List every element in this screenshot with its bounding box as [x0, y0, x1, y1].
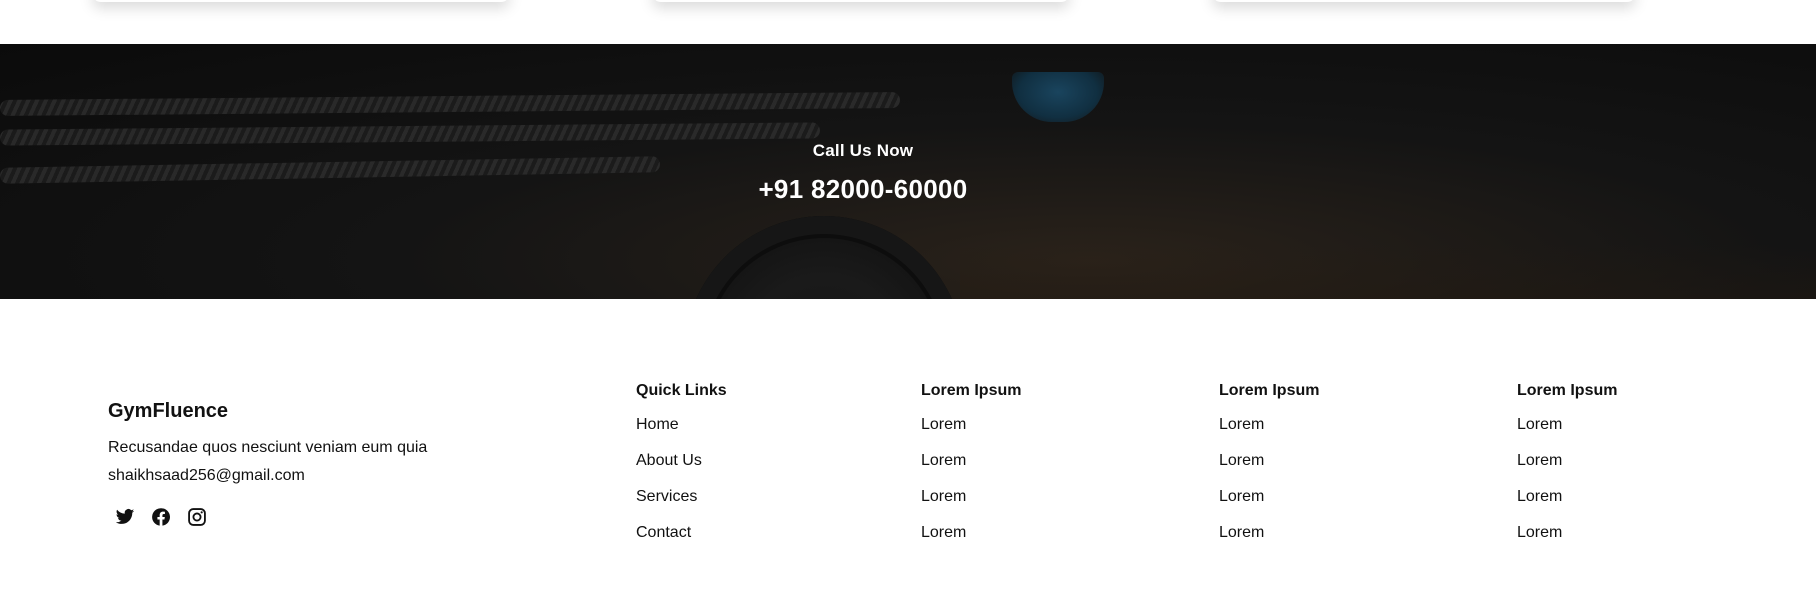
footer-link-item: Lorem: [1219, 451, 1319, 487]
footer-link-item: Lorem: [1219, 487, 1319, 523]
phone-number[interactable]: +91 82000-60000: [0, 174, 1726, 205]
footer-link-contact[interactable]: Contact: [636, 524, 691, 541]
footer-link-item: Lorem: [1219, 415, 1319, 451]
call-us-banner: [0, 44, 1816, 299]
card-bottom-edge: [92, 0, 510, 2]
footer-link-about-us[interactable]: About Us: [636, 452, 702, 469]
footer-link-item: Contact: [636, 523, 727, 559]
card-bottom-edge: [652, 0, 1070, 2]
footer-column-lorem-3: Lorem Ipsum Lorem Lorem Lorem Lorem: [1517, 381, 1617, 559]
footer-link-lorem[interactable]: Lorem: [1517, 524, 1562, 541]
social-links: [114, 506, 208, 528]
footer-link-item: Lorem: [1517, 487, 1617, 523]
call-us-label: Call Us Now: [812, 141, 914, 160]
footer-link-lorem[interactable]: Lorem: [1219, 524, 1264, 541]
cup-decoration: [1012, 72, 1104, 122]
footer-link-item: Lorem: [1517, 415, 1617, 451]
instagram-link[interactable]: [186, 506, 208, 528]
footer-brand: GymFluence: [108, 400, 229, 422]
footer-link-lorem[interactable]: Lorem: [921, 452, 966, 469]
footer-link-item: Services: [636, 487, 727, 523]
footer-link-lorem[interactable]: Lorem: [1517, 452, 1562, 469]
footer-link-lorem[interactable]: Lorem: [1517, 488, 1562, 505]
footer-link-lorem[interactable]: Lorem: [1219, 416, 1264, 433]
twitter-icon: [115, 507, 135, 527]
footer-link-item: Lorem: [1517, 523, 1617, 559]
footer-link-lorem[interactable]: Lorem: [1219, 452, 1264, 469]
rope-decoration: [0, 92, 901, 116]
instagram-icon: [187, 507, 207, 527]
footer-column-lorem-2: Lorem Ipsum Lorem Lorem Lorem Lorem: [1219, 381, 1319, 559]
footer-column-lorem-1: Lorem Ipsum Lorem Lorem Lorem Lorem: [921, 381, 1021, 559]
facebook-link[interactable]: [150, 506, 172, 528]
footer-column-title: Lorem Ipsum: [921, 382, 1022, 399]
card-bottom-edge: [1212, 0, 1636, 2]
footer-column-title: Quick Links: [636, 382, 727, 399]
weight-plate-decoration: [684, 216, 964, 299]
twitter-link[interactable]: [114, 506, 136, 528]
footer-link-lorem[interactable]: Lorem: [921, 488, 966, 505]
facebook-icon: [151, 507, 171, 527]
footer-link-item: Lorem: [1219, 523, 1319, 559]
floor-decoration: [960, 244, 1816, 299]
footer-email[interactable]: shaikhsaad256@gmail.com: [108, 467, 305, 485]
footer-link-item: Home: [636, 415, 727, 451]
footer-link-item: Lorem: [921, 523, 1021, 559]
footer-column-title: Lorem Ipsum: [1219, 382, 1320, 399]
footer-link-item: Lorem: [921, 451, 1021, 487]
footer-tagline: Recusandae quos nesciunt veniam eum quia: [108, 439, 428, 456]
footer-link-lorem[interactable]: Lorem: [921, 524, 966, 541]
footer-link-lorem[interactable]: Lorem: [1219, 488, 1264, 505]
footer-link-item: Lorem: [921, 487, 1021, 523]
footer-link-lorem[interactable]: Lorem: [921, 416, 966, 433]
footer-link-item: Lorem: [921, 415, 1021, 451]
footer-column-quick-links: Quick Links Home About Us Services Conta…: [636, 381, 727, 559]
footer-link-lorem[interactable]: Lorem: [1517, 416, 1562, 433]
footer-link-item: Lorem: [1517, 451, 1617, 487]
footer-link-services[interactable]: Services: [636, 488, 697, 505]
footer-column-title: Lorem Ipsum: [1517, 382, 1618, 399]
footer-link-item: About Us: [636, 451, 727, 487]
footer-link-home[interactable]: Home: [636, 416, 679, 433]
